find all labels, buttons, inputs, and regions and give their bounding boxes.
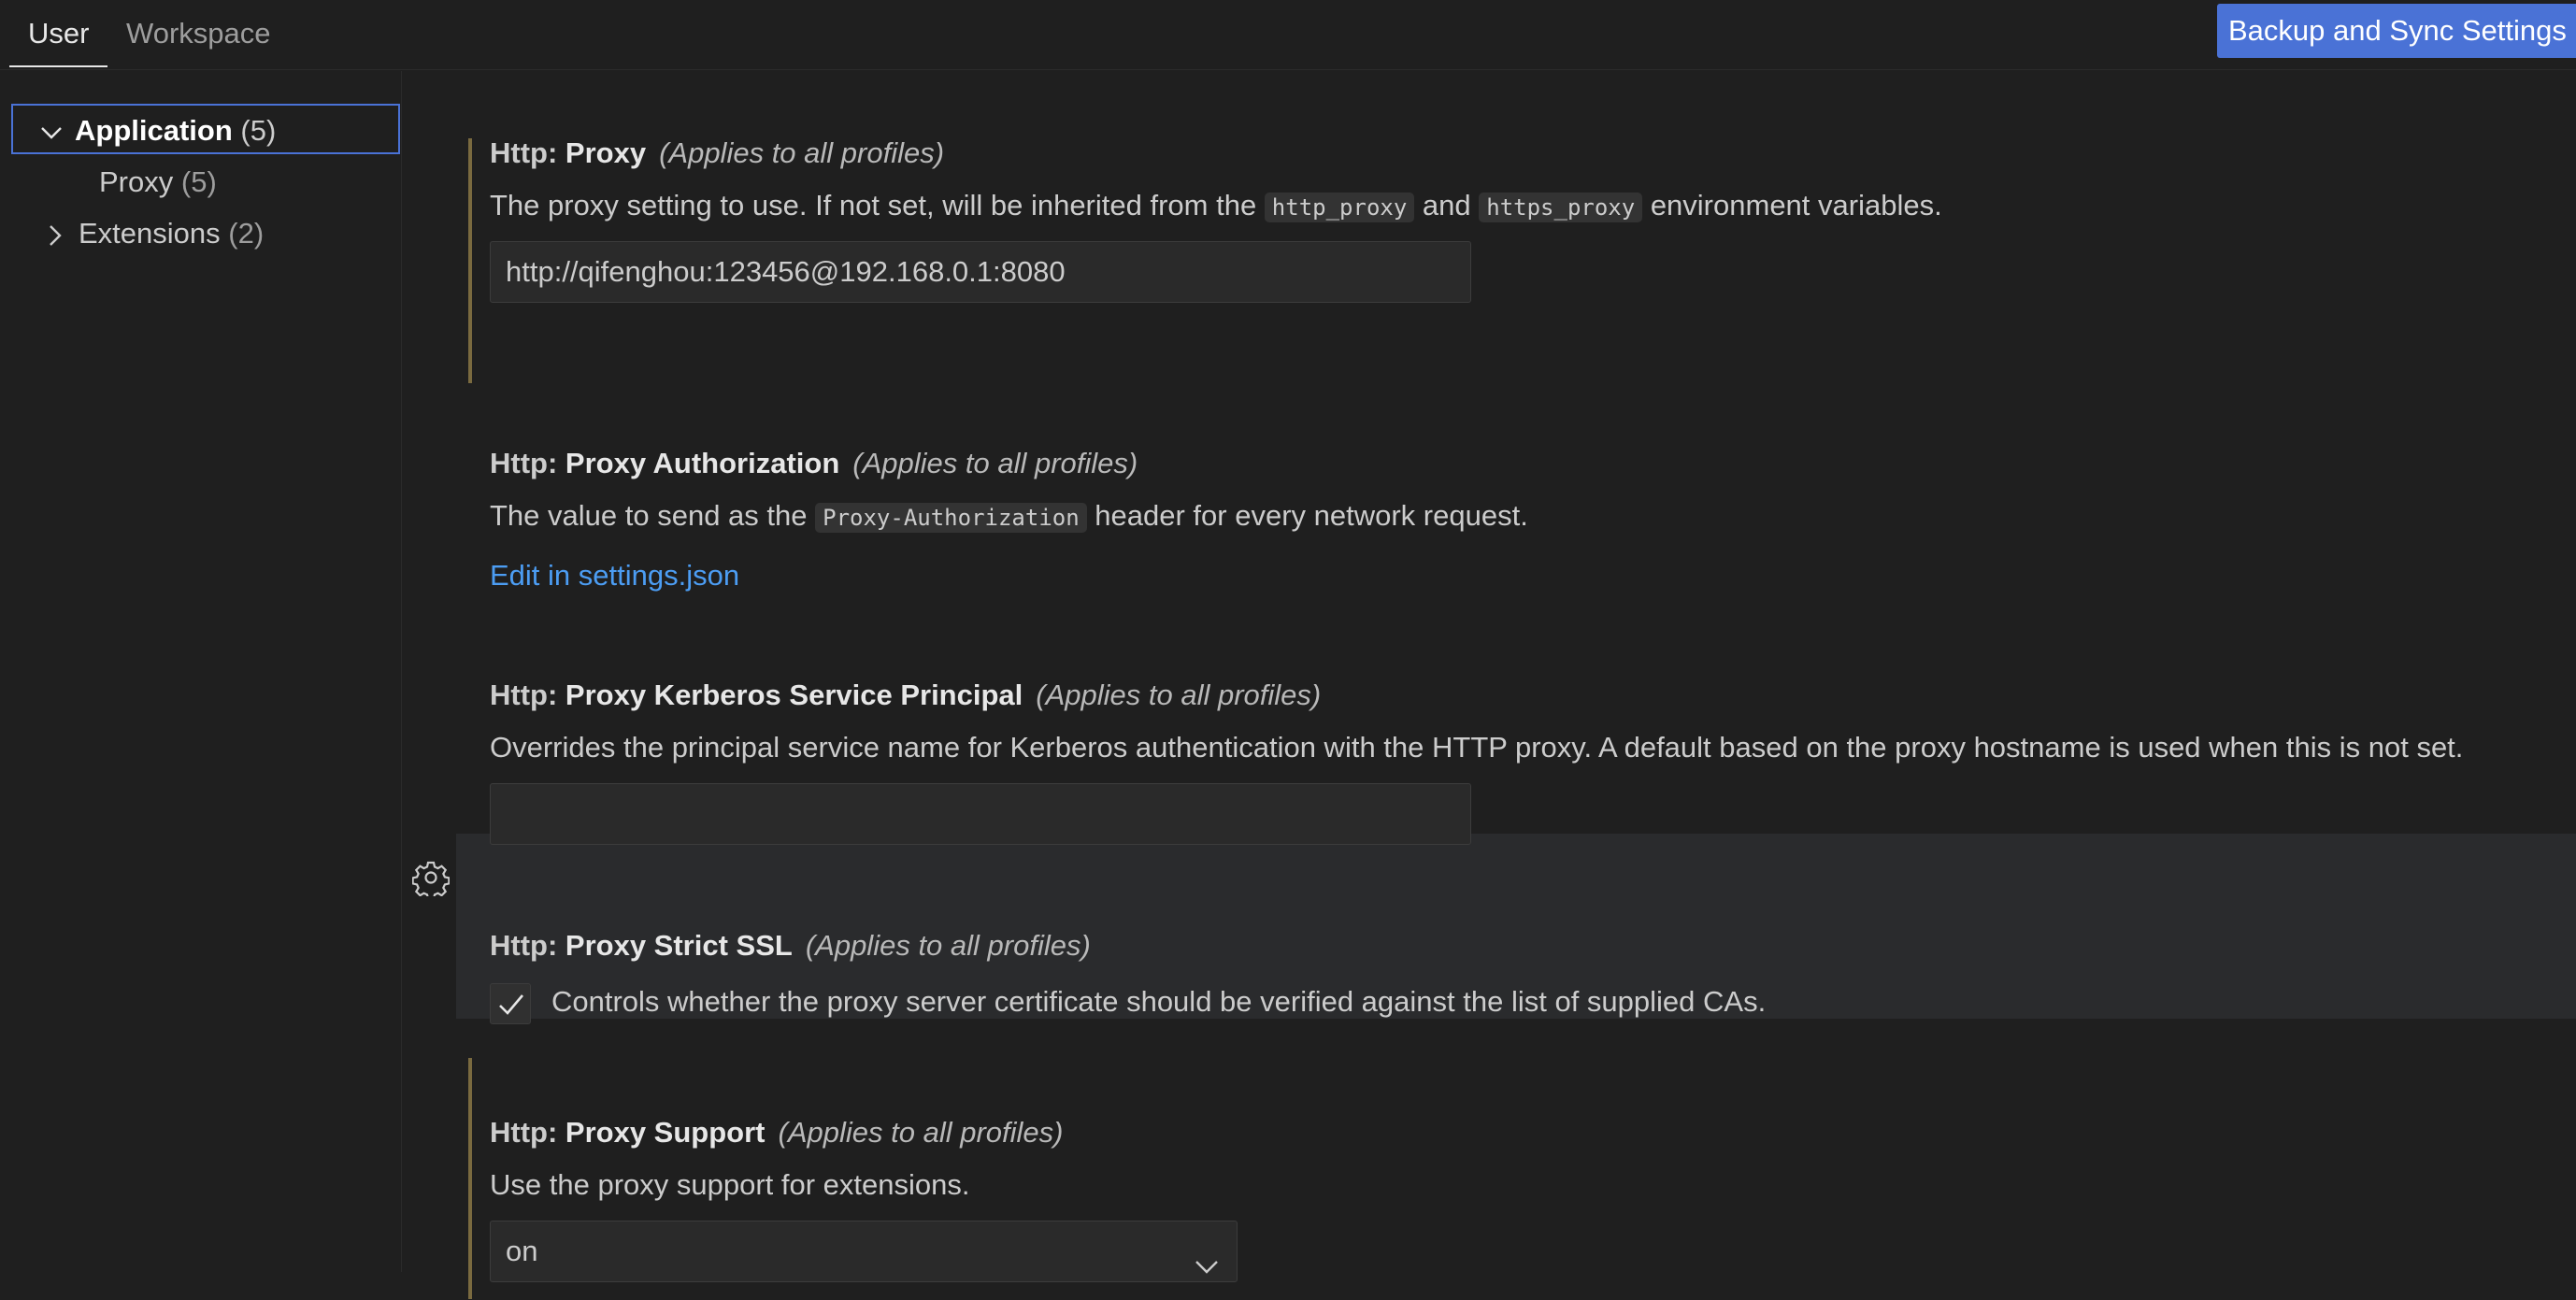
- setting-scope: (Applies to all profiles): [852, 447, 1138, 479]
- modified-indicator: [468, 138, 472, 383]
- description-text: header for every network request.: [1086, 499, 1528, 532]
- modified-indicator: [468, 1058, 472, 1299]
- setting-title: Http: Proxy Support (Applies to all profi…: [490, 1112, 2576, 1153]
- setting-scope: (Applies to all profiles): [1036, 679, 1322, 711]
- strict-ssl-checkbox[interactable]: [490, 982, 531, 1024]
- setting-description: The proxy setting to use. If not set, wi…: [490, 185, 2576, 226]
- edit-in-settings-json-link[interactable]: Edit in settings.json: [490, 555, 2576, 596]
- setting-name: Proxy Kerberos Service Principal: [565, 679, 1023, 711]
- setting-name: Proxy Strict SSL: [565, 929, 793, 962]
- toc-item-count: (5): [240, 114, 277, 147]
- settings-scope-bar: User Workspace Backup and Sync Settings: [0, 0, 2576, 70]
- proxy-support-select[interactable]: on: [490, 1221, 1238, 1282]
- checkmark-icon: [499, 993, 523, 1015]
- setting-scope: (Applies to all profiles): [805, 929, 1091, 962]
- inline-code: Proxy-Authorization: [815, 503, 1087, 533]
- setting-category: Http:: [490, 929, 565, 962]
- setting-category: Http:: [490, 679, 565, 711]
- toc-item-extensions[interactable]: Extensions (2): [43, 208, 264, 259]
- setting-title: Http: Proxy (Applies to all profiles): [490, 133, 2576, 174]
- setting-category: Http:: [490, 447, 565, 479]
- setting-category: Http:: [490, 136, 565, 169]
- chevron-right-icon: [43, 223, 67, 248]
- setting-http-proxy-authorization: Http: Proxy Authorization (Applies to all…: [490, 443, 2576, 596]
- chevron-down-icon: [39, 121, 64, 145]
- select-value: on: [506, 1235, 538, 1267]
- setting-description: Use the proxy support for extensions.: [490, 1168, 970, 1201]
- tab-workspace[interactable]: Workspace: [107, 13, 290, 67]
- setting-http-proxy-support: Http: Proxy Support (Applies to all profi…: [490, 1112, 2576, 1282]
- setting-name: Proxy Support: [565, 1116, 766, 1149]
- toc-item-count: (5): [180, 165, 217, 198]
- setting-http-proxy-kerberos: Http: Proxy Kerberos Service Principal (A…: [490, 675, 2576, 845]
- toc-item-label: Proxy: [99, 165, 174, 198]
- strict-ssl-checkbox-row: Controls whether the proxy server certif…: [490, 979, 2576, 1024]
- toc-item-label: Extensions: [79, 217, 221, 250]
- toc-item-label: Application: [75, 114, 233, 147]
- inline-code: http_proxy: [1264, 193, 1415, 222]
- kerberos-principal-input[interactable]: [490, 783, 1471, 845]
- toc-item-application[interactable]: Application (5): [11, 104, 400, 154]
- setting-http-proxy-strict-ssl: Http: Proxy Strict SSL (Applies to all pr…: [490, 925, 2576, 1024]
- settings-list: Http: Proxy (Applies to all profiles) The…: [403, 71, 2576, 1299]
- gear-icon[interactable]: [411, 859, 451, 900]
- inline-code: https_proxy: [1479, 193, 1643, 222]
- setting-scope: (Applies to all profiles): [778, 1116, 1064, 1149]
- setting-title: Http: Proxy Kerberos Service Principal (A…: [490, 675, 2576, 716]
- toc-item-count: (2): [228, 217, 265, 250]
- description-text: The proxy setting to use. If not set, wi…: [490, 189, 1265, 221]
- setting-description: Overrides the principal service name for…: [490, 731, 2464, 764]
- setting-title: Http: Proxy Strict SSL (Applies to all pr…: [490, 925, 2576, 966]
- chevron-down-icon: [1194, 1240, 1220, 1300]
- setting-http-proxy: Http: Proxy (Applies to all profiles) The…: [490, 133, 2576, 303]
- settings-toc: Application (5) Proxy (5) Extensions (2): [0, 71, 402, 1272]
- checkbox-label: Controls whether the proxy server certif…: [551, 985, 1767, 1018]
- proxy-url-input[interactable]: http://qifenghou:123456@192.168.0.1:8080: [490, 241, 1471, 303]
- setting-name: Proxy Authorization: [565, 447, 840, 479]
- setting-description: The value to send as the Proxy-Authoriza…: [490, 495, 2576, 536]
- description-text: The value to send as the: [490, 499, 816, 532]
- description-text: environment variables.: [1642, 189, 1942, 221]
- tab-user[interactable]: User: [9, 13, 108, 67]
- toc-item-proxy[interactable]: Proxy (5): [99, 157, 217, 207]
- setting-title: Http: Proxy Authorization (Applies to all…: [490, 443, 2576, 484]
- setting-category: Http:: [490, 1116, 565, 1149]
- description-text: and: [1414, 189, 1480, 221]
- backup-and-sync-button[interactable]: Backup and Sync Settings: [2217, 4, 2576, 58]
- setting-name: Proxy: [565, 136, 647, 169]
- setting-scope: (Applies to all profiles): [659, 136, 945, 169]
